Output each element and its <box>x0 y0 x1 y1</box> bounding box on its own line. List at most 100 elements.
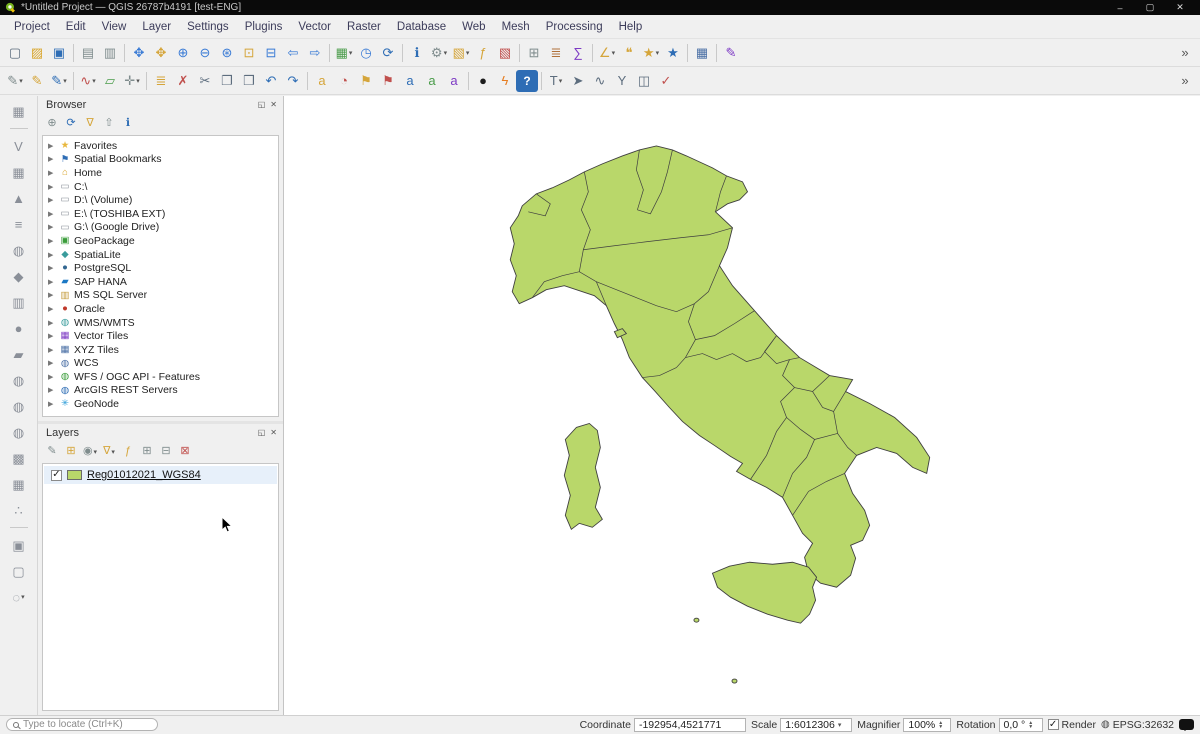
browser-item-postgresql[interactable]: ▶●PostgreSQL <box>43 261 278 275</box>
browser-item-home[interactable]: ▶⌂Home <box>43 166 278 180</box>
add-oracle-layer-button[interactable]: ● <box>7 317 31 339</box>
browser-item-wcs[interactable]: ▶◍WCS <box>43 357 278 371</box>
toolbar-extension-row2-button[interactable]: » <box>1174 70 1196 92</box>
new-temporary-scratch-layer-button[interactable]: ◌▾ <box>7 586 31 608</box>
expand-arrow-icon[interactable]: ▶ <box>48 223 56 231</box>
expand-arrow-icon[interactable]: ▶ <box>48 183 56 191</box>
manage-map-themes-button[interactable]: ◉▾ <box>81 443 99 461</box>
add-mesh-layer-button[interactable]: ▲ <box>7 187 31 209</box>
menu-raster[interactable]: Raster <box>339 18 389 36</box>
map-canvas[interactable] <box>284 96 1200 715</box>
locator-search-input[interactable]: Type to locate (Ctrl+K) <box>6 718 158 731</box>
save-layer-edits-button[interactable]: ✎▾ <box>48 70 70 92</box>
open-layer-styling-panel-button[interactable]: ✎ <box>43 443 61 461</box>
vertex-tool-button[interactable]: ✛▾ <box>121 70 143 92</box>
browser-item-sap-hana[interactable]: ▶▰SAP HANA <box>43 275 278 289</box>
add-raster-layer-button[interactable]: ▦ <box>7 161 31 183</box>
browser-item-d-volume[interactable]: ▶▭D:\ (Volume) <box>43 193 278 207</box>
data-source-manager-button[interactable]: ▦ <box>691 42 713 64</box>
expand-arrow-icon[interactable]: ▶ <box>48 210 56 218</box>
expand-arrow-icon[interactable]: ▶ <box>48 359 56 367</box>
browser-item-geopackage[interactable]: ▶▣GeoPackage <box>43 234 278 248</box>
add-wcs-layer-button[interactable]: ◍ <box>7 395 31 417</box>
identify-features-button[interactable]: ℹ <box>406 42 428 64</box>
statistical-summary-button[interactable]: ∑ <box>567 42 589 64</box>
refresh-map-button[interactable]: ⟳ <box>377 42 399 64</box>
digitize-with-segment-button[interactable]: ∿▾ <box>77 70 99 92</box>
browser-item-wms-wmts[interactable]: ▶◍WMS/WMTS <box>43 316 278 330</box>
browser-close-button[interactable]: ✕ <box>270 100 277 109</box>
expand-arrow-icon[interactable]: ▶ <box>48 305 56 313</box>
menu-layer[interactable]: Layer <box>134 18 179 36</box>
copy-features-button[interactable]: ❐ <box>216 70 238 92</box>
help-contents-button[interactable]: ? <box>516 70 538 92</box>
undo-button[interactable]: ↶ <box>260 70 282 92</box>
toolbar-extension-row1-button[interactable]: » <box>1174 42 1196 64</box>
toggle-editing-button[interactable]: ✎ <box>26 70 48 92</box>
browser-item-spatialite[interactable]: ▶◆SpatiaLite <box>43 248 278 262</box>
add-mssql-layer-button[interactable]: ▥ <box>7 291 31 313</box>
menu-view[interactable]: View <box>94 18 135 36</box>
expand-arrow-icon[interactable]: ▶ <box>48 319 56 327</box>
crs-status-button[interactable]: ◍ EPSG:32632 <box>1101 719 1174 731</box>
zoom-in-button[interactable]: ⊕ <box>172 42 194 64</box>
browser-item-xyz-tiles[interactable]: ▶▦XYZ Tiles <box>43 343 278 357</box>
merge-features-button[interactable]: ◫ <box>633 70 655 92</box>
expand-arrow-icon[interactable]: ▶ <box>48 332 56 340</box>
browser-item-arcgis-rest-servers[interactable]: ▶◍ArcGIS REST Servers <box>43 384 278 398</box>
move-label-button[interactable]: a <box>399 70 421 92</box>
enable-properties-widget-button[interactable]: ℹ <box>119 115 137 133</box>
browser-item-ms-sql-server[interactable]: ▶▥MS SQL Server <box>43 289 278 303</box>
menu-project[interactable]: Project <box>6 18 58 36</box>
add-selected-layers-button[interactable]: ⊕ <box>43 115 61 133</box>
filter-legend-button[interactable]: ∇▾ <box>100 443 118 461</box>
add-wms-layer-button[interactable]: ◍ <box>7 369 31 391</box>
browser-item-g-google-drive[interactable]: ▶▭G:\ (Google Drive) <box>43 221 278 235</box>
rotation-spinbox[interactable]: 0,0 ° ▲▼ <box>999 718 1043 732</box>
paste-features-button[interactable]: ❒ <box>238 70 260 92</box>
pin-labels-button[interactable]: ⚑ <box>355 70 377 92</box>
expand-arrow-icon[interactable]: ▶ <box>48 291 56 299</box>
menu-mesh[interactable]: Mesh <box>494 18 538 36</box>
select-features-button[interactable]: ▧▾ <box>450 42 472 64</box>
spinner-arrows-icon[interactable]: ▲▼ <box>938 721 943 729</box>
pan-map-button[interactable]: ✥ <box>128 42 150 64</box>
expand-arrow-icon[interactable]: ▶ <box>48 386 56 394</box>
layer-row[interactable]: ✓Reg01012021_WGS84 <box>44 466 277 484</box>
expand-arrow-icon[interactable]: ▶ <box>48 237 56 245</box>
split-features-button[interactable]: Y <box>611 70 633 92</box>
current-edits-button[interactable]: ✎▾ <box>4 70 26 92</box>
delete-selected-button[interactable]: ✗ <box>172 70 194 92</box>
run-feature-action-button[interactable]: ⚙▾ <box>428 42 450 64</box>
new-spatial-bookmark-button[interactable]: ★▾ <box>640 42 662 64</box>
new-map-view-button[interactable]: ▦▾ <box>333 42 355 64</box>
add-vector-tile-layer-button[interactable]: ▩ <box>7 447 31 469</box>
add-hana-layer-button[interactable]: ▰ <box>7 343 31 365</box>
add-delimited-text-layer-button[interactable]: ≡ <box>7 213 31 235</box>
expand-arrow-icon[interactable]: ▶ <box>48 264 56 272</box>
add-spatialite-layer-button[interactable]: ◆ <box>7 265 31 287</box>
menu-settings[interactable]: Settings <box>179 18 237 36</box>
map-tips-button[interactable]: ❝ <box>618 42 640 64</box>
expand-arrow-icon[interactable]: ▶ <box>48 373 56 381</box>
save-project-button[interactable]: ▣ <box>48 42 70 64</box>
layers-close-button[interactable]: ✕ <box>270 428 277 437</box>
menu-processing[interactable]: Processing <box>538 18 611 36</box>
browser-float-button[interactable]: ◱ <box>258 100 266 109</box>
layer-labeling-button[interactable]: a <box>311 70 333 92</box>
deselect-features-button[interactable]: ▧ <box>494 42 516 64</box>
select-annotation-button[interactable]: ➤ <box>567 70 589 92</box>
browser-item-c[interactable]: ▶▭C:\ <box>43 180 278 194</box>
browser-item-wfs-ogc-api-features[interactable]: ▶◍WFS / OGC API - Features <box>43 370 278 384</box>
expand-arrow-icon[interactable]: ▶ <box>48 400 56 408</box>
browser-item-spatial-bookmarks[interactable]: ▶⚑Spatial Bookmarks <box>43 153 278 167</box>
cut-features-button[interactable]: ✂ <box>194 70 216 92</box>
menu-web[interactable]: Web <box>454 18 493 36</box>
open-project-button[interactable]: ▨ <box>26 42 48 64</box>
menu-help[interactable]: Help <box>611 18 651 36</box>
new-project-button[interactable]: ▢ <box>4 42 26 64</box>
add-polygon-feature-button[interactable]: ▱ <box>99 70 121 92</box>
refresh-browser-button[interactable]: ⟳ <box>62 115 80 133</box>
highlight-pinned-labels-button[interactable]: ⚑ <box>377 70 399 92</box>
zoom-last-button[interactable]: ⇦ <box>282 42 304 64</box>
